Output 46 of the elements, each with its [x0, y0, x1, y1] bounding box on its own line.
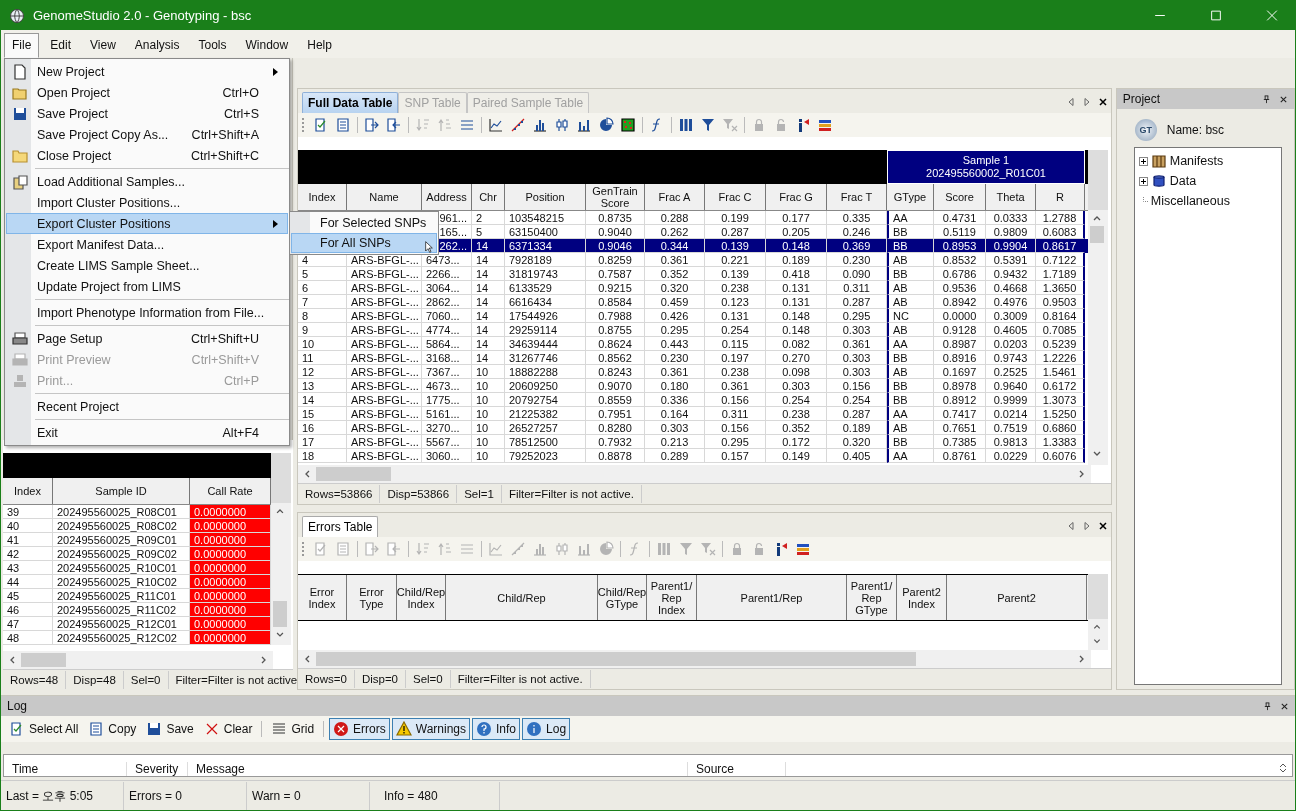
- table-cell: 0.157: [705, 449, 766, 463]
- table-cell: 0.0000000: [190, 547, 271, 561]
- table-cell: 0.149: [766, 449, 827, 463]
- status-text: Sel=1: [457, 485, 502, 503]
- status-text: Rows=48: [3, 671, 67, 689]
- status-text: Disp=0: [354, 670, 406, 688]
- table-cell: 0.289: [645, 449, 705, 463]
- status-text: Filter=Filter is not active.: [501, 485, 642, 503]
- project-name: Name: bsc: [1166, 123, 1225, 137]
- panel-title: Log: [7, 699, 28, 713]
- status-text: Errors = 0: [124, 781, 247, 810]
- table-cell: 0.0000000: [190, 617, 271, 631]
- table-cell: 0.0000000: [190, 631, 271, 645]
- table-cell: 0.0229: [986, 449, 1036, 463]
- status-text: Last = 오후 5:05: [1, 781, 124, 810]
- table-cell: 0.8878: [586, 449, 645, 463]
- table-cell: 0.0000000: [190, 533, 271, 547]
- table-cell: 0.6076: [1036, 449, 1085, 463]
- table-cell: AA: [887, 449, 934, 463]
- table-cell: 18: [298, 449, 347, 463]
- table-cell: 0.0000000: [190, 589, 271, 603]
- table-cell: 10: [472, 449, 505, 463]
- status-text: Sel=0: [406, 670, 451, 688]
- sample-id: 202495560002_R01C01: [926, 167, 1046, 180]
- table-cell: ARS-BFGL-...: [347, 449, 422, 463]
- status-text: Rows=0: [298, 670, 355, 688]
- table-cell: 0.0000000: [190, 505, 271, 519]
- status-text: Disp=53866: [380, 485, 458, 503]
- status-text: Filter=Filter is not active.: [450, 670, 591, 688]
- status-text: Warn = 0: [247, 781, 370, 810]
- sample-title: Sample 1: [962, 154, 1010, 167]
- status-text: Disp=48: [66, 671, 124, 689]
- window-title: GenomeStudio 2.0 - Genotyping - bsc: [33, 8, 252, 23]
- table-cell: 0.0000000: [190, 519, 271, 533]
- table-cell: 0.0000000: [190, 561, 271, 575]
- table-cell: 0.8761: [934, 449, 986, 463]
- status-text: Rows=53866: [298, 485, 381, 503]
- panel-title: Project: [1122, 92, 1161, 106]
- status-text: Info = 480: [370, 781, 500, 810]
- table-cell: 3060...: [422, 449, 472, 463]
- project-badge: GT: [1134, 119, 1157, 141]
- table-cell: 0.0000000: [190, 603, 271, 617]
- table-cell: 0.405: [827, 449, 887, 463]
- status-text: Sel=0: [123, 671, 169, 689]
- table-cell: 0.0000000: [190, 575, 271, 589]
- table-cell: 79252023: [505, 449, 586, 463]
